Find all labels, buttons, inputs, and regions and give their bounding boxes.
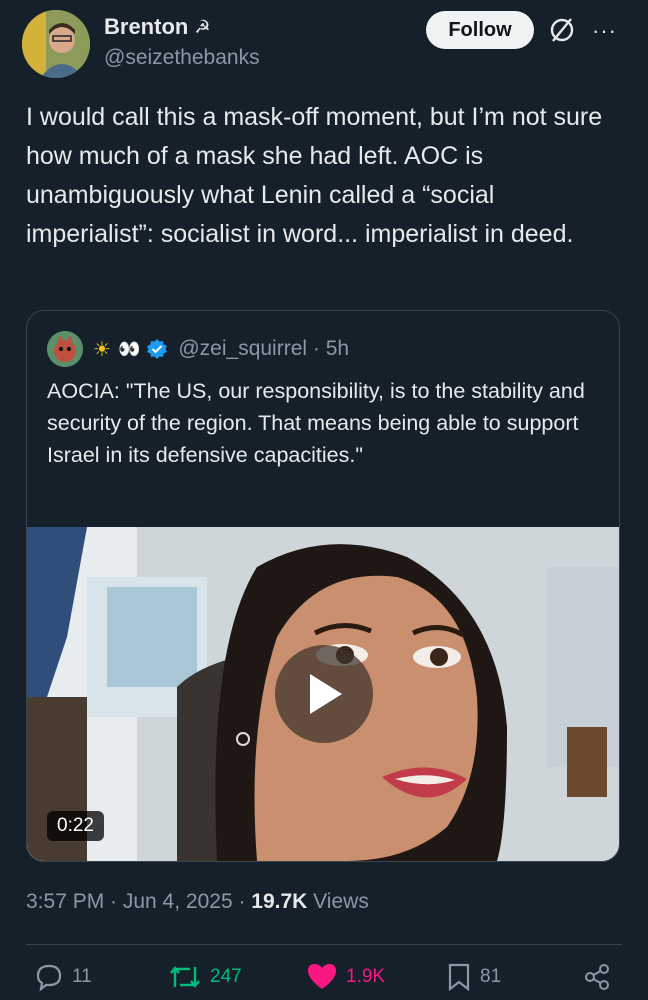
quoted-tweet-text: AOCIA: "The US, our responsibility, is t… [47, 379, 585, 467]
sun-emoji: ☀ [93, 338, 112, 361]
divider [26, 944, 622, 945]
author-name-row[interactable]: Brenton ☭ [104, 14, 210, 40]
bookmark-count: 81 [480, 966, 502, 987]
reply-button[interactable]: 11 [34, 962, 92, 992]
video-player[interactable]: 0:22 [27, 527, 619, 861]
quoted-tweet[interactable]: ☀ 👀 @zei_squirrel · 5h AOCIA: "The US, o… [26, 310, 620, 862]
tweet-text: I would call this a mask-off moment, but… [26, 103, 603, 248]
heart-icon [308, 964, 336, 989]
author-avatar[interactable] [22, 10, 90, 78]
share-icon [585, 964, 609, 990]
views-label: Views [307, 890, 369, 913]
retweet-count: 247 [210, 966, 242, 987]
hammer-sickle-icon: ☭ [194, 16, 211, 37]
retweet-button[interactable]: 247 [168, 962, 242, 992]
like-count: 1.9K [346, 966, 386, 987]
author-handle[interactable]: @seizethebanks [104, 46, 260, 70]
retweet-icon [170, 966, 200, 988]
action-bar: 11 247 1.9K 81 [0, 962, 648, 1000]
share-button[interactable] [582, 962, 612, 992]
reply-count: 11 [72, 966, 92, 987]
quoted-handle-time[interactable]: @zei_squirrel · 5h [178, 337, 349, 361]
like-button[interactable]: 1.9K [306, 962, 385, 992]
quoted-tweet-header: ☀ 👀 @zei_squirrel · 5h [47, 331, 349, 367]
video-duration: 0:22 [47, 811, 104, 841]
verified-badge-icon [147, 339, 168, 359]
more-icon[interactable]: ··· [592, 18, 617, 44]
author-display-name[interactable]: Brenton [104, 14, 188, 40]
bookmark-button[interactable]: 81 [446, 962, 501, 992]
bookmark-icon [448, 963, 470, 992]
play-icon [310, 674, 342, 714]
reply-icon [36, 964, 62, 992]
views-count: 19.7K [251, 890, 308, 913]
play-button[interactable] [275, 645, 373, 743]
quoted-author-avatar[interactable] [47, 331, 83, 367]
tweet-meta: 3:57 PM · Jun 4, 2025 · 19.7K Views [26, 890, 369, 914]
timestamp[interactable]: 3:57 PM · Jun 4, 2025 · [26, 890, 251, 913]
grok-icon[interactable] [548, 16, 576, 44]
eyes-emoji: 👀 [117, 338, 141, 359]
tweet-header: Brenton ☭ @seizethebanks Follow ··· [0, 0, 648, 90]
follow-button[interactable]: Follow [426, 11, 534, 49]
